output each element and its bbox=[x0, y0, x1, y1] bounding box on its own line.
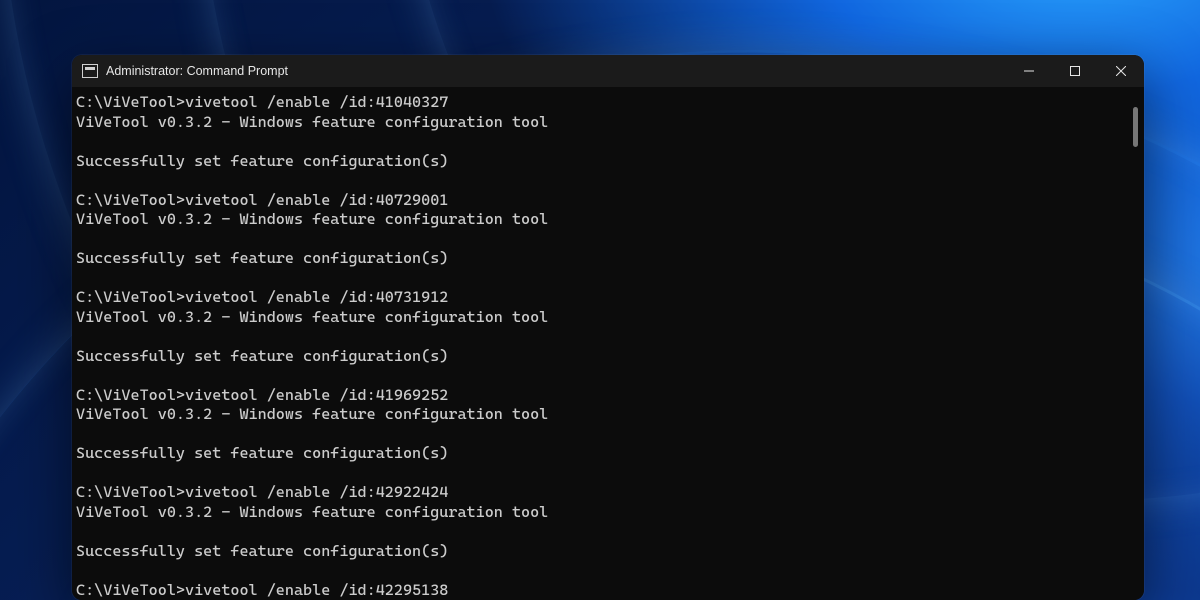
terminal-line bbox=[76, 230, 1124, 250]
terminal-line: Successfully set feature configuration(s… bbox=[76, 444, 1124, 464]
window-title: Administrator: Command Prompt bbox=[106, 64, 288, 78]
terminal-line bbox=[76, 425, 1124, 445]
terminal-line bbox=[76, 171, 1124, 191]
terminal-line: ViVeTool v0.3.2 - Windows feature config… bbox=[76, 503, 1124, 523]
close-button[interactable] bbox=[1098, 55, 1144, 87]
terminal-line: C:\ViVeTool>vivetool /enable /id:4104032… bbox=[76, 93, 1124, 113]
terminal-line: Successfully set feature configuration(s… bbox=[76, 347, 1124, 367]
terminal-line: Successfully set feature configuration(s… bbox=[76, 249, 1124, 269]
terminal-line: C:\ViVeTool>vivetool /enable /id:4196925… bbox=[76, 386, 1124, 406]
terminal-line: C:\ViVeTool>vivetool /enable /id:4292242… bbox=[76, 483, 1124, 503]
maximize-icon bbox=[1070, 66, 1080, 76]
terminal-line: Successfully set feature configuration(s… bbox=[76, 152, 1124, 172]
terminal-line bbox=[76, 561, 1124, 581]
terminal-line: ViVeTool v0.3.2 - Windows feature config… bbox=[76, 308, 1124, 328]
scrollbar-thumb[interactable] bbox=[1133, 107, 1138, 147]
terminal-line bbox=[76, 366, 1124, 386]
maximize-button[interactable] bbox=[1052, 55, 1098, 87]
close-icon bbox=[1116, 66, 1126, 76]
terminal-line: C:\ViVeTool>vivetool /enable /id:4072900… bbox=[76, 191, 1124, 211]
command-prompt-window: Administrator: Command Prompt C:\ViVeToo… bbox=[72, 55, 1144, 600]
terminal-line: ViVeTool v0.3.2 - Windows feature config… bbox=[76, 405, 1124, 425]
minimize-icon bbox=[1024, 66, 1034, 76]
terminal-line: ViVeTool v0.3.2 - Windows feature config… bbox=[76, 113, 1124, 133]
terminal-line bbox=[76, 464, 1124, 484]
scrollbar-track[interactable] bbox=[1128, 87, 1144, 600]
terminal-line bbox=[76, 522, 1124, 542]
terminal-line: C:\ViVeTool>vivetool /enable /id:4073191… bbox=[76, 288, 1124, 308]
window-controls bbox=[1006, 55, 1144, 87]
terminal-line: ViVeTool v0.3.2 - Windows feature config… bbox=[76, 210, 1124, 230]
command-prompt-icon bbox=[82, 64, 98, 78]
terminal-output[interactable]: C:\ViVeTool>vivetool /enable /id:4104032… bbox=[72, 87, 1128, 600]
terminal-line bbox=[76, 269, 1124, 289]
terminal-line: Successfully set feature configuration(s… bbox=[76, 542, 1124, 562]
minimize-button[interactable] bbox=[1006, 55, 1052, 87]
terminal-line bbox=[76, 132, 1124, 152]
titlebar[interactable]: Administrator: Command Prompt bbox=[72, 55, 1144, 87]
terminal-line bbox=[76, 327, 1124, 347]
terminal-line: C:\ViVeTool>vivetool /enable /id:4229513… bbox=[76, 581, 1124, 600]
